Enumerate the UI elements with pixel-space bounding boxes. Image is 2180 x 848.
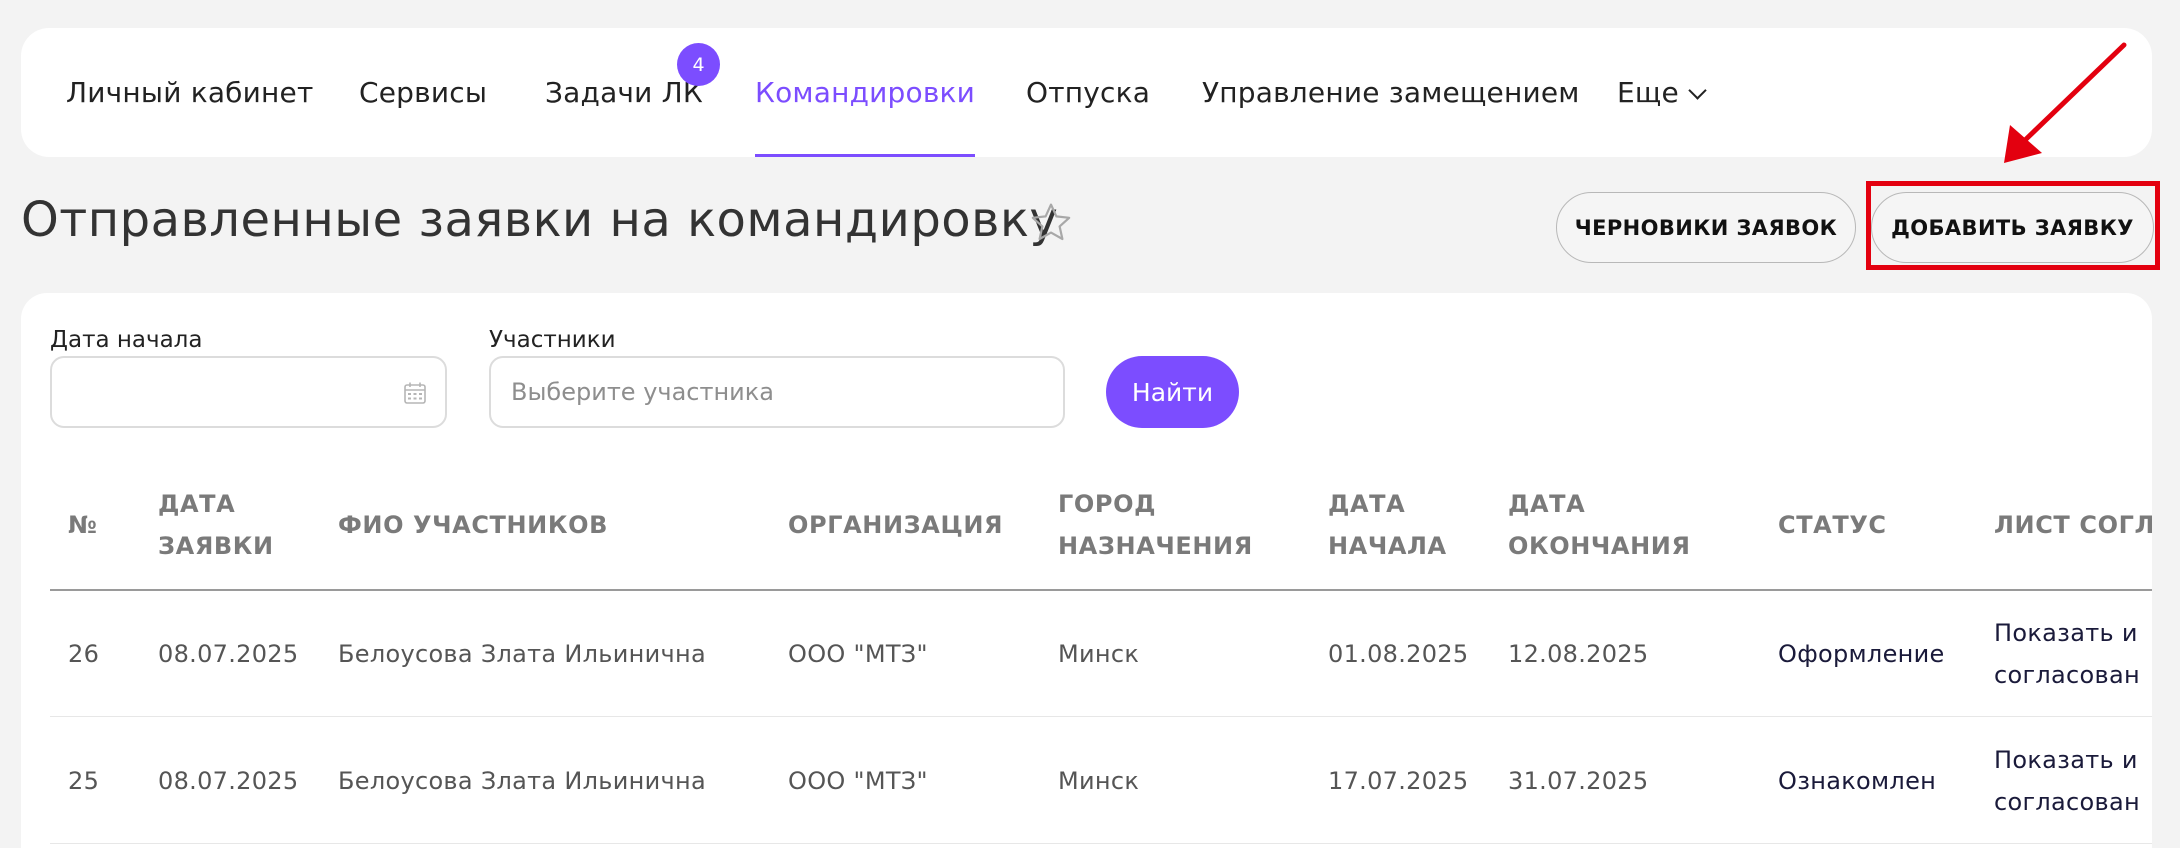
column-header-label: ЗАЯВКИ (158, 532, 274, 560)
cell-number: 25 (68, 766, 100, 795)
cell-number: 26 (68, 639, 100, 668)
annotation-highlight-box (1866, 181, 2160, 270)
row-divider (50, 843, 2152, 844)
approval-sheet-link-text: согласован (1994, 787, 2140, 816)
drafts-button[interactable]: ЧЕРНОВИКИ ЗАЯВОК (1556, 192, 1856, 263)
cell-city: Минск (1058, 639, 1140, 668)
cell-start-date: 01.08.2025 (1328, 639, 1469, 668)
cell-end-date: 12.08.2025 (1508, 639, 1649, 668)
show-approval-sheet-link[interactable]: Показать и согласован (1994, 717, 2140, 844)
column-header-destination-city[interactable]: ГОРОД НАЗНАЧЕНИЯ (1058, 483, 1253, 567)
calendar-icon[interactable] (403, 381, 427, 405)
column-header-label: СТАТУС (1778, 511, 1887, 539)
column-header-number[interactable]: № (68, 504, 97, 546)
cell-request-date: 08.07.2025 (158, 766, 299, 795)
show-approval-sheet-link[interactable]: Показать и согласован (1994, 590, 2140, 717)
column-header-status[interactable]: СТАТУС (1778, 504, 1887, 546)
start-date-label: Дата начала (50, 327, 203, 353)
column-header-label: ДАТА (158, 490, 236, 518)
nav-item-substitution-management[interactable]: Управление замещением (1202, 28, 1580, 157)
column-header-organization[interactable]: ОРГАНИЗАЦИЯ (788, 504, 1003, 546)
approval-sheet-link-text: согласован (1994, 660, 2140, 689)
column-header-label: НАЧАЛА (1328, 532, 1447, 560)
nav-item-business-trips[interactable]: Командировки (755, 28, 976, 157)
nav-item-more[interactable]: Еще (1617, 28, 1707, 157)
red-arrow-annotation (2004, 42, 2127, 163)
participants-select[interactable]: Выберите участника (489, 356, 1065, 428)
cell-city: Минск (1058, 766, 1140, 795)
column-header-participants[interactable]: ФИО УЧАСТНИКОВ (338, 504, 608, 546)
cell-participants: Белоусова Злата Ильинична (338, 766, 706, 795)
cell-request-date: 08.07.2025 (158, 639, 299, 668)
page-title: Отправленные заявки на командировку (21, 192, 1059, 248)
column-header-label: № (68, 511, 98, 539)
nav-item-tasks[interactable]: Задачи ЛК (545, 28, 703, 157)
nav-item-services[interactable]: Сервисы (359, 28, 487, 157)
cell-organization: ООО "МТЗ" (788, 766, 928, 795)
approval-sheet-link-text: Показать и (1994, 745, 2138, 774)
column-header-end-date[interactable]: ДАТА ОКОНЧАНИЯ (1508, 483, 1691, 567)
table-row[interactable]: 26 08.07.2025 Белоусова Злата Ильинична … (50, 590, 2152, 717)
nav-item-personal-account[interactable]: Личный кабинет (66, 28, 314, 157)
top-navigation: Личный кабинет Сервисы Задачи ЛК 4 Коман… (21, 28, 2152, 157)
cell-start-date: 17.07.2025 (1328, 766, 1469, 795)
start-date-input[interactable] (50, 356, 447, 428)
nav-item-vacations[interactable]: Отпуска (1026, 28, 1150, 157)
column-header-label: ЛИСТ СОГЛ (1994, 511, 2152, 539)
tasks-count-badge: 4 (677, 43, 720, 86)
column-header-request-date[interactable]: ДАТА ЗАЯВКИ (158, 483, 274, 567)
column-header-approval-sheet[interactable]: ЛИСТ СОГЛ (1994, 504, 2152, 546)
column-header-label: НАЗНАЧЕНИЯ (1058, 532, 1253, 560)
star-outline-icon[interactable] (1027, 199, 1075, 247)
cell-status: Ознакомлен (1778, 766, 1937, 795)
cell-organization: ООО "МТЗ" (788, 639, 928, 668)
cell-end-date: 31.07.2025 (1508, 766, 1649, 795)
chevron-down-icon (1688, 81, 1707, 100)
cell-participants: Белоусова Злата Ильинична (338, 639, 706, 668)
column-header-label: ФИО УЧАСТНИКОВ (338, 511, 608, 539)
nav-item-more-label: Еще (1617, 76, 1679, 109)
requests-card: Дата начала Участники Выберите участника… (21, 293, 2152, 848)
column-header-label: ОРГАНИЗАЦИЯ (788, 511, 1004, 539)
cell-status: Оформление (1778, 639, 1945, 668)
column-header-start-date[interactable]: ДАТА НАЧАЛА (1328, 483, 1447, 567)
search-button[interactable]: Найти (1106, 356, 1239, 428)
column-header-label: ГОРОД (1058, 490, 1157, 518)
column-header-label: ДАТА (1508, 490, 1586, 518)
table-row[interactable]: 25 08.07.2025 Белоусова Злата Ильинична … (50, 717, 2152, 844)
participants-placeholder: Выберите участника (511, 378, 774, 406)
participants-label: Участники (489, 327, 616, 353)
column-header-label: ОКОНЧАНИЯ (1508, 532, 1691, 560)
column-header-label: ДАТА (1328, 490, 1406, 518)
approval-sheet-link-text: Показать и (1994, 618, 2138, 647)
